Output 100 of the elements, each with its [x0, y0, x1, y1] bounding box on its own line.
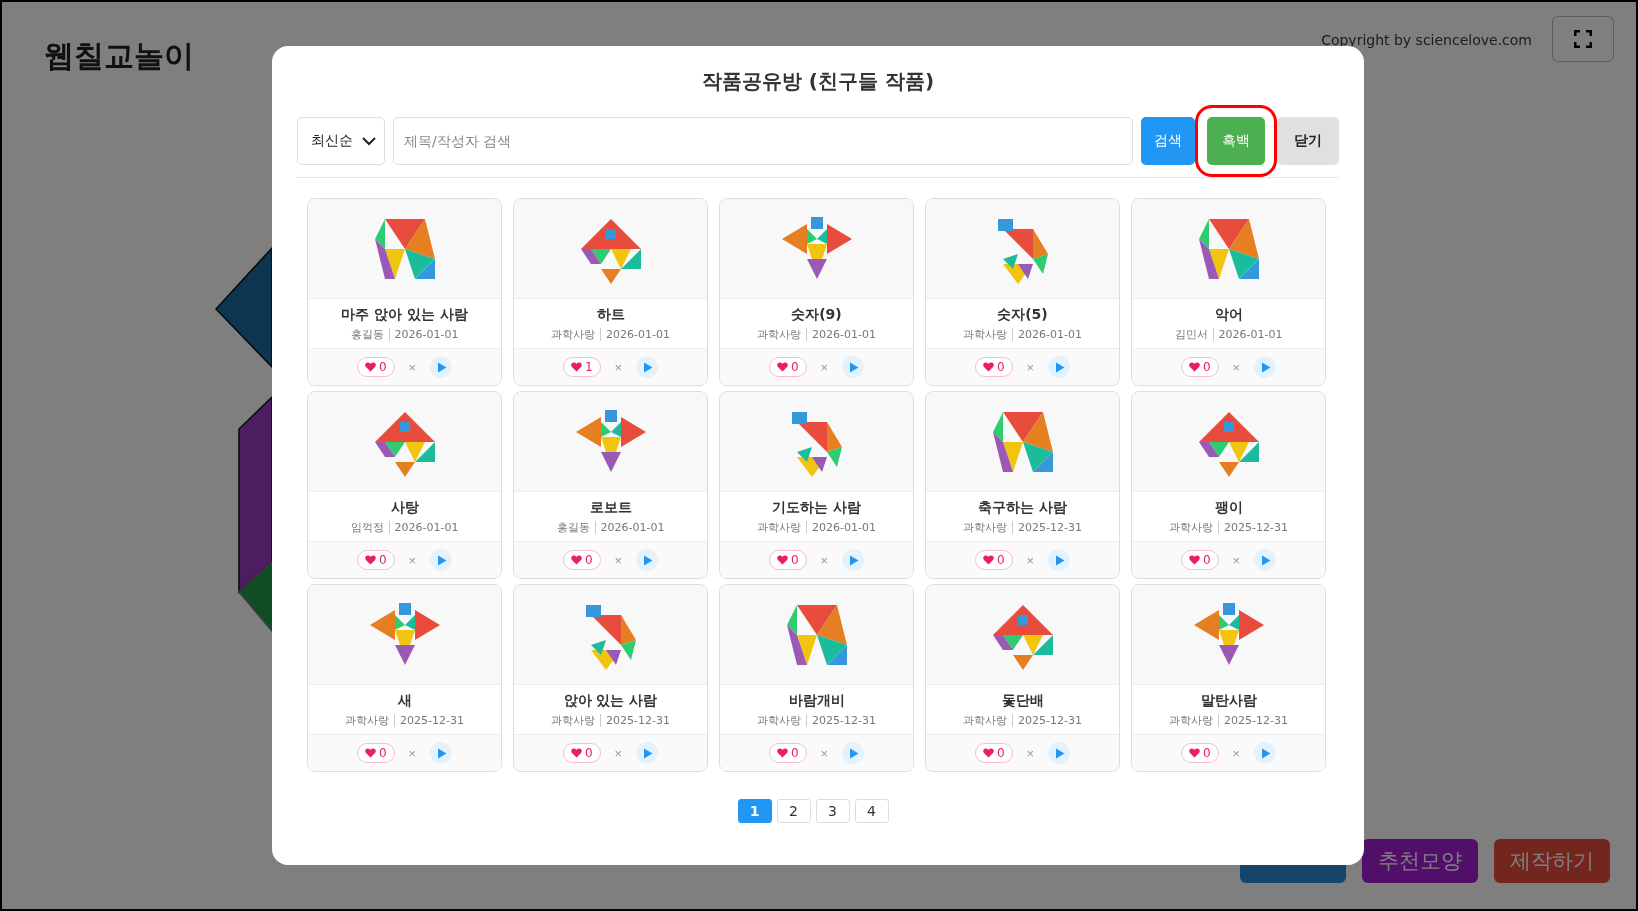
remove-button[interactable]: × — [406, 552, 419, 568]
author-name: 김민서 — [1174, 327, 1208, 342]
play-button[interactable] — [636, 742, 659, 764]
heart-icon — [1188, 555, 1200, 565]
work-card[interactable]: 숫자(9) 과학사랑 2026-01-01 0 × — [719, 198, 914, 386]
create-button[interactable]: 제작하기 — [1494, 839, 1610, 883]
like-button[interactable]: 0 — [356, 357, 395, 377]
like-button[interactable]: 0 — [974, 743, 1013, 763]
remove-button[interactable]: × — [818, 359, 831, 375]
recommend-button[interactable]: 추천모양 — [1362, 839, 1478, 883]
remove-button[interactable]: × — [406, 359, 419, 375]
work-title: 앉아 있는 사람 — [563, 692, 658, 710]
like-button[interactable]: 0 — [1180, 743, 1219, 763]
work-card[interactable]: 축구하는 사람 과학사랑 2025-12-31 0 × — [925, 391, 1120, 579]
play-button[interactable] — [430, 742, 453, 764]
work-card[interactable]: 사탕 임꺽정 2026-01-01 0 × — [307, 391, 502, 579]
play-icon — [1261, 554, 1272, 566]
search-button[interactable]: 검색 — [1141, 117, 1195, 165]
play-button[interactable] — [430, 356, 453, 378]
like-button[interactable]: 1 — [562, 357, 601, 377]
play-icon — [849, 361, 860, 373]
work-card[interactable]: 마주 앉아 있는 사람 홍길동 2026-01-01 0 × — [307, 198, 502, 386]
play-button[interactable] — [430, 549, 453, 571]
play-icon — [1055, 747, 1066, 759]
page-button[interactable]: 4 — [854, 799, 889, 823]
work-card[interactable]: 숫자(5) 과학사랑 2026-01-01 0 × — [925, 198, 1120, 386]
play-icon — [849, 554, 860, 566]
author-name: 과학사랑 — [551, 713, 596, 728]
like-button[interactable]: 0 — [974, 357, 1013, 377]
like-button[interactable]: 0 — [1180, 357, 1219, 377]
remove-button[interactable]: × — [612, 745, 625, 761]
heart-icon — [364, 362, 376, 372]
work-title: 축구하는 사람 — [978, 499, 1067, 517]
app-title: 웹칠교놀이 — [44, 37, 194, 75]
play-button[interactable] — [1254, 742, 1277, 764]
play-button[interactable] — [636, 549, 659, 571]
remove-button[interactable]: × — [1230, 552, 1243, 568]
play-button[interactable] — [1048, 549, 1071, 571]
like-button[interactable]: 0 — [768, 357, 807, 377]
work-card[interactable]: 돛단배 과학사랑 2025-12-31 0 × — [925, 584, 1120, 772]
like-button[interactable]: 0 — [768, 743, 807, 763]
heart-icon — [1188, 748, 1200, 758]
search-field[interactable]: 제목/작성자 검색 — [393, 117, 1133, 165]
work-card[interactable]: 말탄사람 과학사랑 2025-12-31 0 × — [1131, 584, 1326, 772]
remove-button[interactable]: × — [612, 359, 625, 375]
remove-button[interactable]: × — [1024, 359, 1037, 375]
play-button[interactable] — [1048, 356, 1071, 378]
play-button[interactable] — [1254, 549, 1277, 571]
heart-icon — [982, 555, 994, 565]
work-card[interactable]: 하트 과학사랑 2026-01-01 1 × — [513, 198, 708, 386]
remove-button[interactable]: × — [1230, 745, 1243, 761]
remove-button[interactable]: × — [612, 552, 625, 568]
like-button[interactable]: 0 — [356, 550, 395, 570]
grayscale-button[interactable]: 흑백 — [1207, 117, 1265, 165]
play-button[interactable] — [636, 356, 659, 378]
work-title: 말탄사람 — [1200, 692, 1257, 710]
fullscreen-icon — [1574, 30, 1592, 48]
work-date: 2026-01-01 — [1218, 328, 1283, 341]
remove-button[interactable]: × — [818, 552, 831, 568]
play-button[interactable] — [842, 549, 865, 571]
work-card[interactable]: 기도하는 사람 과학사랑 2026-01-01 0 × — [719, 391, 914, 579]
like-button[interactable]: 0 — [1180, 550, 1219, 570]
sort-dropdown[interactable]: 최신순 — [297, 117, 385, 165]
page-button[interactable]: 2 — [776, 799, 811, 823]
copyright-text: Copyright by sciencelove.com — [1321, 32, 1532, 48]
like-button[interactable]: 0 — [562, 743, 601, 763]
remove-button[interactable]: × — [1024, 745, 1037, 761]
like-button[interactable]: 0 — [356, 743, 395, 763]
remove-button[interactable]: × — [406, 745, 419, 761]
like-button[interactable]: 0 — [974, 550, 1013, 570]
play-button[interactable] — [1048, 742, 1071, 764]
work-date: 2025-12-31 — [1018, 521, 1082, 534]
play-icon — [437, 747, 448, 759]
dialog-title: 작품공유방 (친구들 작품) — [700, 68, 936, 95]
work-date: 2025-12-31 — [1224, 521, 1288, 534]
play-button[interactable] — [842, 356, 865, 378]
page-button[interactable]: 1 — [737, 799, 772, 823]
author-name: 과학사랑 — [551, 327, 596, 342]
work-card[interactable]: 바람개비 과학사랑 2025-12-31 0 × — [719, 584, 914, 772]
work-title: 숫자(5) — [997, 306, 1048, 324]
play-button[interactable] — [1254, 356, 1277, 378]
work-card[interactable]: 팽이 과학사랑 2025-12-31 0 × — [1131, 391, 1326, 579]
work-card[interactable]: 악어 김민서 2026-01-01 0 × — [1131, 198, 1326, 386]
play-icon — [437, 554, 448, 566]
remove-button[interactable]: × — [1024, 552, 1037, 568]
like-button[interactable]: 0 — [768, 550, 807, 570]
page-button[interactable]: 3 — [815, 799, 850, 823]
heart-icon — [982, 748, 994, 758]
work-card[interactable]: 앉아 있는 사람 과학사랑 2025-12-31 0 × — [513, 584, 708, 772]
close-button[interactable]: 닫기 — [1277, 117, 1339, 165]
work-card[interactable]: 새 과학사랑 2025-12-31 0 × — [307, 584, 502, 772]
heart-icon — [776, 555, 788, 565]
remove-button[interactable]: × — [818, 745, 831, 761]
work-card[interactable]: 로보트 홍길동 2026-01-01 0 × — [513, 391, 708, 579]
fullscreen-button[interactable] — [1552, 16, 1614, 62]
like-button[interactable]: 0 — [562, 550, 601, 570]
remove-button[interactable]: × — [1230, 359, 1243, 375]
heart-icon — [1188, 362, 1200, 372]
author-name: 과학사랑 — [345, 713, 390, 728]
play-button[interactable] — [842, 742, 865, 764]
